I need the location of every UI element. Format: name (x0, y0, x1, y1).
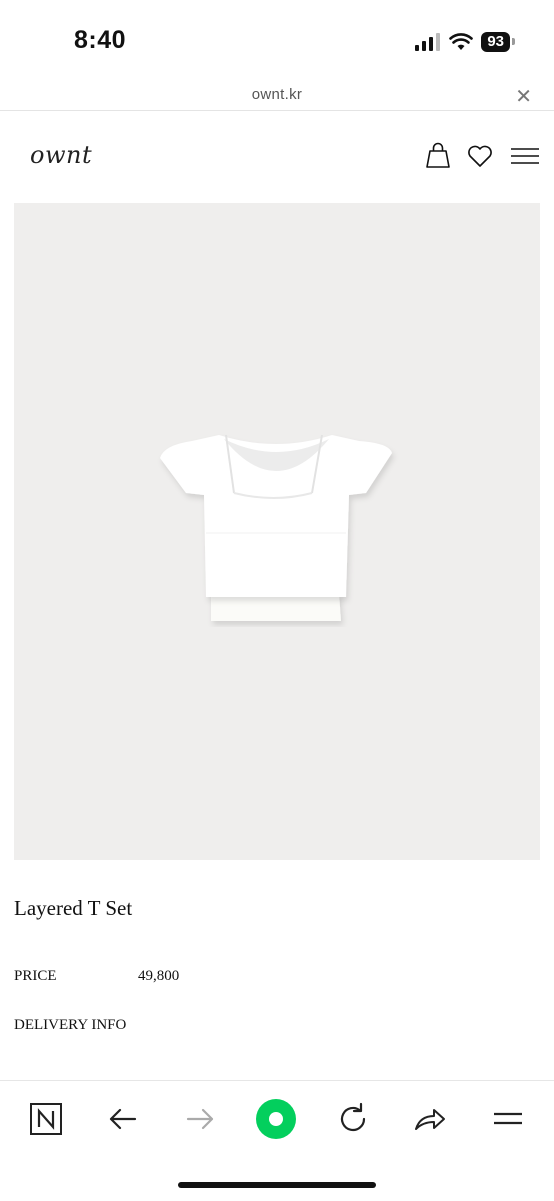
site-logo[interactable]: ownt (30, 141, 92, 169)
reload-icon[interactable] (333, 1099, 373, 1139)
price-value: 49,800 (138, 968, 180, 984)
product-image[interactable] (14, 203, 540, 860)
menu-icon[interactable] (510, 141, 540, 171)
product-photo (160, 434, 392, 621)
status-bar: 8:40 93 (0, 0, 554, 80)
url-text[interactable]: ownt.kr (0, 86, 554, 103)
status-icons: 93 (415, 30, 515, 54)
signal-icon (415, 33, 441, 51)
close-icon[interactable]: ✕ (515, 84, 532, 109)
heart-icon[interactable] (465, 141, 495, 171)
browser-url-bar[interactable]: ownt.kr ✕ (0, 80, 554, 111)
product-name: Layered T Set (14, 896, 133, 920)
site-header: ownt (0, 125, 554, 190)
naver-n-icon[interactable] (26, 1099, 66, 1139)
status-time: 8:40 (74, 26, 127, 54)
wifi-icon (449, 33, 474, 50)
forward-arrow-icon[interactable] (180, 1099, 220, 1139)
green-dot-icon[interactable] (256, 1099, 296, 1139)
back-arrow-icon[interactable] (103, 1099, 143, 1139)
shopping-bag-icon[interactable] (423, 141, 453, 171)
menu-icon[interactable] (488, 1099, 528, 1139)
home-indicator[interactable] (178, 1182, 376, 1188)
battery-level: 93 (487, 33, 504, 50)
battery-icon: 93 (481, 32, 515, 52)
share-icon[interactable] (410, 1099, 450, 1139)
delivery-info-label[interactable]: DELIVERY INFO (14, 1017, 126, 1034)
price-label: PRICE (14, 968, 57, 984)
